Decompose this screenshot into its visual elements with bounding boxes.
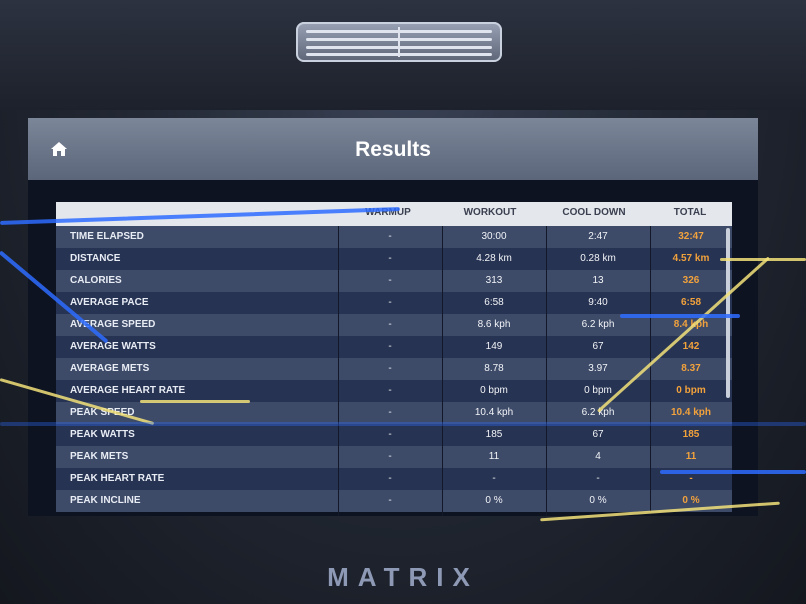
column-cooldown: COOL DOWN (562, 207, 626, 218)
cooldown-value: 0 % (589, 495, 607, 506)
warmup-value: - (388, 231, 392, 242)
table-row: PEAK METS - 11 4 11 (56, 446, 732, 468)
cooldown-value: 13 (592, 275, 604, 286)
cooldown-value: 6.2 kph (581, 319, 615, 330)
cooldown-value: 0 bpm (584, 385, 612, 396)
cooldown-value: 67 (592, 341, 604, 352)
total-value: 8.37 (681, 363, 701, 374)
row-label: CALORIES (70, 275, 122, 286)
total-value: 10.4 kph (670, 407, 712, 418)
cooldown-value: 0.28 km (580, 253, 616, 264)
total-value: 11 (685, 451, 697, 462)
row-label: DISTANCE (70, 253, 121, 264)
row-label: AVERAGE HEART RATE (70, 385, 186, 396)
warmup-value: - (388, 297, 392, 308)
table-row: AVERAGE METS - 8.78 3.97 8.37 (56, 358, 732, 380)
workout-value: 0 % (485, 495, 503, 506)
row-label: PEAK HEART RATE (70, 473, 165, 484)
warmup-value: - (388, 429, 392, 440)
workout-value: 8.6 kph (477, 319, 511, 330)
warmup-value: - (388, 275, 392, 286)
workout-value: 0 bpm (480, 385, 508, 396)
results-header: Results (28, 118, 758, 180)
column-total: TOTAL (673, 207, 707, 218)
warmup-value: - (388, 363, 392, 374)
table-row: TIME ELAPSED - 30:00 2:47 32:47 (56, 226, 732, 248)
brand-logo: MATRIX (327, 562, 479, 592)
warmup-value: - (388, 451, 392, 462)
total-value: 0 % (682, 495, 700, 506)
table-header: WARMUP WORKOUT COOL DOWN TOTAL (56, 202, 732, 226)
cooldown-value: - (596, 473, 600, 484)
warmup-value: - (388, 385, 392, 396)
table-row: AVERAGE PACE -6:58 9:40 6:58 (56, 292, 732, 314)
table-row: PEAK WATTS - 185 67 185 (56, 424, 732, 446)
warmup-value: - (388, 253, 392, 264)
table-row: DISTANCE -4.28 km 0.28 km 4.57 km (56, 248, 732, 270)
workout-value: 10.4 kph (474, 407, 514, 418)
workout-value: 313 (485, 275, 503, 286)
table-row: PEAK SPEED -10.4 kph 6.2 kph 10.4 kph (56, 402, 732, 424)
workout-value: 149 (485, 341, 503, 352)
row-label: AVERAGE PACE (70, 297, 149, 308)
warmup-value: - (388, 319, 392, 330)
total-value: 32:47 (678, 231, 704, 242)
row-label: PEAK METS (70, 451, 129, 462)
cooldown-value: 3.97 (588, 363, 608, 374)
row-label: AVERAGE METS (70, 363, 150, 374)
page-title: Results (355, 138, 431, 161)
cooldown-value: 2:47 (588, 231, 608, 242)
workout-value: 6:58 (484, 297, 504, 308)
results-table: WARMUP WORKOUT COOL DOWN TOTAL TIME ELAP… (56, 202, 732, 516)
warmup-value: - (388, 495, 392, 506)
table-row: AVERAGE WATTS -149 67 142 (56, 336, 732, 358)
scrollbar[interactable] (726, 228, 730, 398)
column-workout: WORKOUT (463, 207, 517, 218)
row-label: TIME ELAPSED (70, 231, 144, 242)
total-value: 0 bpm (676, 385, 706, 396)
workout-value: 4.28 km (476, 253, 512, 264)
workout-value: 11 (488, 451, 500, 462)
workout-value: 8.78 (484, 363, 504, 374)
warmup-value: - (388, 407, 392, 418)
workout-value: - (492, 473, 496, 484)
cooldown-value: 67 (592, 429, 604, 440)
table-row: PEAK HEART RATE - - - - (56, 468, 732, 490)
total-value: 326 (682, 275, 700, 286)
total-value: - (689, 473, 693, 484)
table-row: PEAK INCLINE - 0 % 0 % 0 % (56, 490, 732, 512)
total-value: 185 (682, 429, 700, 440)
row-label: PEAK INCLINE (70, 495, 141, 506)
workout-value: 30:00 (481, 231, 507, 242)
table-row: CALORIES - 313 13 326 (56, 270, 732, 292)
cooldown-value: 4 (595, 451, 601, 462)
workout-value: 185 (485, 429, 503, 440)
row-label: PEAK WATTS (70, 429, 135, 440)
cooldown-value: 9:40 (588, 297, 608, 308)
row-label: AVERAGE WATTS (70, 341, 156, 352)
warmup-value: - (388, 473, 392, 484)
warmup-value: - (388, 341, 392, 352)
air-vent (296, 22, 502, 62)
